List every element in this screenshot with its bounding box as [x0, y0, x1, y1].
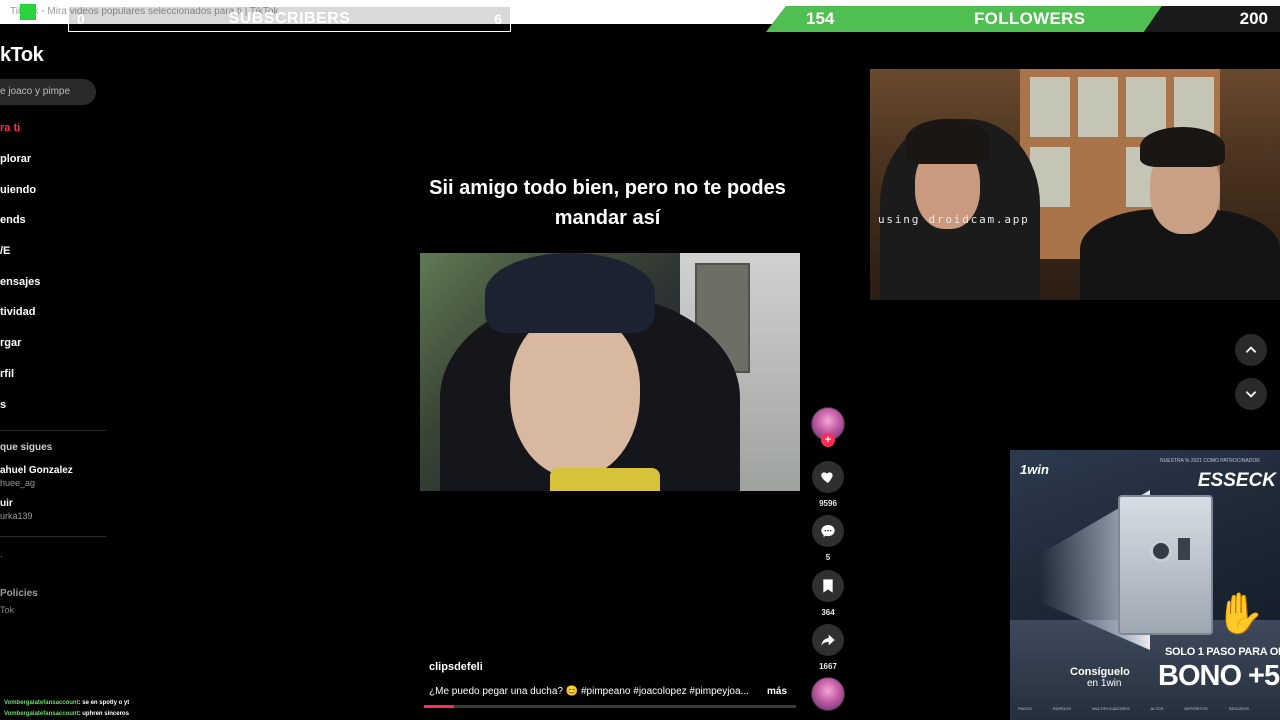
- next-video-button[interactable]: [1235, 378, 1267, 410]
- policies-link[interactable]: Policies: [0, 588, 38, 599]
- sidebar-divider: [0, 430, 106, 431]
- video-caption-overlay: Sii amigo todo bien, pero no te podes ma…: [429, 177, 786, 229]
- safe-dial-icon: [1150, 540, 1172, 562]
- video-description: ¿Me puedo pegar una ducha? 😊 #pimpeano #…: [429, 686, 787, 697]
- sponsor-ad: ✋ 1win NUESTRA % 2021 COMO PATROCINADOR …: [1010, 450, 1280, 720]
- sidebar-item-perfil[interactable]: rfil: [0, 368, 14, 380]
- video-author[interactable]: clipsdefeli: [429, 661, 483, 673]
- chat-text: : uphren sinceros: [78, 711, 129, 717]
- webcam-hair-right: [1140, 127, 1225, 167]
- share-count: 1667: [819, 662, 837, 671]
- sidebar-item-mas[interactable]: s: [0, 399, 6, 411]
- window-pane: [1126, 77, 1166, 137]
- ad-footer: PAGOS RÁPIDOS MULTIPLICADORES ALTOS DEPÓ…: [1018, 706, 1249, 711]
- more-button[interactable]: más: [767, 686, 787, 697]
- ad-step-text: SOLO 1 PASO PARA OBTENER: [1165, 646, 1280, 658]
- comment-count: 5: [825, 553, 831, 562]
- stream-chat: Vombergalatefansaccount: se en spotly o …: [4, 698, 304, 720]
- heart-icon: [821, 472, 833, 483]
- ad-sponsor-name: ESSECK: [1197, 470, 1276, 491]
- previous-video-button[interactable]: [1235, 334, 1267, 366]
- ad-bonus-text: BONO +500%: [1158, 660, 1280, 692]
- chat-username: Vombergalatefansaccount: [4, 711, 79, 717]
- tiktok-logo[interactable]: kTok: [0, 44, 44, 67]
- chevron-up-icon: [1246, 346, 1256, 353]
- stream-app-icon: [20, 4, 36, 20]
- ad-cta-line1: Consíguelo: [1070, 666, 1130, 678]
- following-section-title: que sigues: [0, 442, 53, 453]
- share-icon: [821, 634, 835, 646]
- sidebar-item-cargar[interactable]: rgar: [0, 337, 21, 349]
- sidebar-item-actividad[interactable]: tividad: [0, 306, 35, 318]
- sidebar-item-para-ti[interactable]: ra ti: [0, 122, 20, 134]
- ad-cta-line2: en 1win: [1087, 678, 1122, 689]
- sidebar-item-live[interactable]: /E: [0, 245, 10, 257]
- sidebar-item-friends[interactable]: ends: [0, 214, 26, 226]
- window-pane: [1078, 77, 1118, 137]
- following-account-name[interactable]: ahuel Gonzalez: [0, 465, 73, 476]
- bookmark-icon: [823, 579, 833, 593]
- sidebar-item-mensajes[interactable]: ensajes: [0, 276, 40, 288]
- search-input[interactable]: e joaco y pimpe: [0, 79, 96, 105]
- video-person-shirt: [550, 468, 660, 491]
- sidebar-divider: [0, 536, 106, 537]
- safe-keypad: [1178, 538, 1190, 560]
- sidebar-dot: ·: [0, 551, 3, 561]
- sidebar: kTok e joaco y pimpe ra ti plorar uiendo…: [0, 24, 110, 720]
- video-person-cap: [485, 253, 655, 333]
- ad-tagline: NUESTRA % 2021 COMO PATROCINADOR: [1160, 458, 1260, 464]
- search-placeholder: e joaco y pimpe: [0, 86, 71, 97]
- video-actions: + 9596 5 364 1667: [808, 0, 848, 720]
- chat-username: Vombergalatefansaccount: [4, 700, 79, 706]
- video-person-face: [510, 313, 640, 478]
- comment-icon: [821, 525, 835, 537]
- chat-message: Vombergalatefansaccount: uphren sinceros: [4, 709, 304, 720]
- followers-goal: 200: [1239, 9, 1268, 28]
- save-count: 364: [821, 608, 835, 617]
- follow-plus-icon[interactable]: +: [821, 433, 835, 447]
- followers-label: FOLLOWERS: [974, 9, 1086, 28]
- droidcam-watermark: using droidcam.app: [878, 213, 1030, 226]
- following-account-handle[interactable]: huee_ag: [0, 478, 35, 488]
- like-count: 9596: [819, 499, 837, 508]
- subscribers-goal-bar: 0 SUBSCRIBERS 6: [68, 6, 511, 32]
- webcam-feed: using droidcam.app: [870, 69, 1280, 300]
- hand-icon: ✋: [1215, 592, 1265, 636]
- video-progress-bar[interactable]: [424, 705, 796, 708]
- following-account-name[interactable]: uir: [0, 498, 13, 509]
- sidebar-item-explorar[interactable]: plorar: [0, 153, 31, 165]
- following-account-handle[interactable]: urka139: [0, 511, 33, 521]
- video-description-text: ¿Me puedo pegar una ducha? 😊 #pimpeano #…: [429, 686, 749, 697]
- ad-safe: [1118, 495, 1213, 635]
- subscribers-goal: 6: [494, 11, 502, 27]
- save-button[interactable]: [812, 570, 844, 602]
- webcam-hair-left: [905, 119, 990, 164]
- ad-brand-logo: 1win: [1020, 462, 1049, 477]
- video-player[interactable]: [420, 253, 800, 491]
- sound-disc-avatar[interactable]: [811, 677, 845, 711]
- copyright-text: Tok: [0, 605, 15, 615]
- chat-text: : se en spotly o yt: [78, 700, 130, 706]
- like-button[interactable]: [812, 461, 844, 493]
- subscribers-label: SUBSCRIBERS: [228, 10, 351, 27]
- sidebar-item-siguiendo[interactable]: uiendo: [0, 184, 36, 196]
- chevron-down-icon: [1246, 391, 1256, 398]
- comment-button[interactable]: [812, 515, 844, 547]
- share-button[interactable]: [812, 624, 844, 656]
- chat-message: Vombergalatefansaccount: se en spotly o …: [4, 698, 304, 709]
- window-pane: [1030, 77, 1070, 137]
- video-progress-fill: [424, 705, 454, 708]
